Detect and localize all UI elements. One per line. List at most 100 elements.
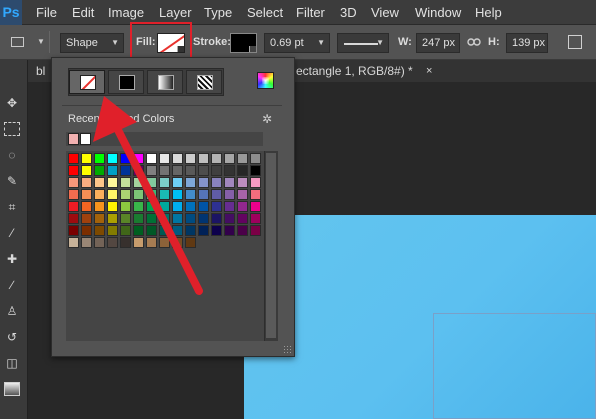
color-swatch[interactable] xyxy=(250,225,261,236)
color-swatch[interactable] xyxy=(224,189,235,200)
pattern-button[interactable] xyxy=(186,70,222,94)
color-swatch[interactable] xyxy=(107,177,118,188)
clone-stamp-tool[interactable]: ♙ xyxy=(0,298,28,324)
crop-tool[interactable]: ⌗ xyxy=(0,194,28,220)
color-swatch[interactable] xyxy=(237,189,248,200)
color-swatch[interactable] xyxy=(211,153,222,164)
color-swatch[interactable] xyxy=(185,237,196,248)
color-swatch[interactable] xyxy=(172,201,183,212)
menu-type[interactable]: Type xyxy=(204,0,232,25)
lasso-tool[interactable]: ◌ xyxy=(0,142,28,168)
color-swatch[interactable] xyxy=(107,213,118,224)
color-swatch[interactable] xyxy=(198,165,209,176)
move-tool[interactable]: ✥ xyxy=(0,90,28,116)
color-swatch[interactable] xyxy=(120,165,131,176)
color-swatch[interactable] xyxy=(120,237,131,248)
color-swatch[interactable] xyxy=(159,237,170,248)
color-swatch[interactable] xyxy=(237,213,248,224)
color-swatch[interactable] xyxy=(81,153,92,164)
color-swatch[interactable] xyxy=(68,177,79,188)
gradient-tool[interactable] xyxy=(0,376,28,402)
color-swatch[interactable] xyxy=(146,153,157,164)
color-swatch[interactable] xyxy=(146,225,157,236)
menu-3d[interactable]: 3D xyxy=(340,0,357,25)
color-swatch[interactable] xyxy=(107,189,118,200)
color-swatch[interactable] xyxy=(198,201,209,212)
menu-view[interactable]: View xyxy=(371,0,399,25)
color-swatch[interactable] xyxy=(159,201,170,212)
recent-color-swatch[interactable] xyxy=(80,133,91,145)
color-swatch[interactable] xyxy=(68,237,79,248)
color-swatch[interactable] xyxy=(250,153,261,164)
color-swatch[interactable] xyxy=(224,153,235,164)
color-swatch[interactable] xyxy=(237,153,248,164)
color-swatch[interactable] xyxy=(94,165,105,176)
gear-icon[interactable]: ✲ xyxy=(262,113,274,125)
shape-path-outline[interactable] xyxy=(433,313,596,419)
color-swatch[interactable] xyxy=(68,201,79,212)
color-swatch[interactable] xyxy=(146,189,157,200)
recent-color-swatch[interactable] xyxy=(68,133,79,145)
menu-file[interactable]: File xyxy=(36,0,57,25)
color-swatch[interactable] xyxy=(107,225,118,236)
color-swatch[interactable] xyxy=(94,213,105,224)
quick-select-tool[interactable]: ✎ xyxy=(0,168,28,194)
color-swatch[interactable] xyxy=(237,225,248,236)
color-swatch[interactable] xyxy=(211,225,222,236)
color-swatch[interactable] xyxy=(172,153,183,164)
color-swatch[interactable] xyxy=(94,153,105,164)
color-swatch[interactable] xyxy=(107,237,118,248)
scrollbar-thumb[interactable] xyxy=(266,153,276,338)
color-swatch[interactable] xyxy=(133,165,144,176)
menu-help[interactable]: Help xyxy=(475,0,502,25)
color-swatch[interactable] xyxy=(237,177,248,188)
document-tab-2[interactable]: ectangle 1, RGB/8#) * xyxy=(296,60,413,82)
color-swatch[interactable] xyxy=(81,225,92,236)
color-swatch[interactable] xyxy=(146,213,157,224)
color-swatch[interactable] xyxy=(120,153,131,164)
color-swatch[interactable] xyxy=(81,201,92,212)
healing-brush-tool[interactable]: ✚ xyxy=(0,246,28,272)
color-swatch[interactable] xyxy=(120,189,131,200)
color-swatch[interactable] xyxy=(198,177,209,188)
color-swatch[interactable] xyxy=(120,201,131,212)
document-tab-1[interactable]: bl xyxy=(36,60,45,82)
menu-edit[interactable]: Edit xyxy=(72,0,94,25)
path-operations-icon[interactable] xyxy=(568,35,582,49)
color-swatch[interactable] xyxy=(250,201,261,212)
color-swatch[interactable] xyxy=(81,237,92,248)
color-swatch[interactable] xyxy=(81,213,92,224)
color-swatch[interactable] xyxy=(146,201,157,212)
color-swatch[interactable] xyxy=(120,177,131,188)
color-swatch[interactable] xyxy=(172,189,183,200)
stroke-swatch[interactable] xyxy=(230,33,257,53)
menu-filter[interactable]: Filter xyxy=(296,0,325,25)
color-swatch[interactable] xyxy=(185,213,196,224)
color-swatch[interactable] xyxy=(146,237,157,248)
color-swatch[interactable] xyxy=(133,177,144,188)
width-field[interactable]: 247 px xyxy=(416,33,460,53)
color-swatch[interactable] xyxy=(224,177,235,188)
color-swatch[interactable] xyxy=(172,177,183,188)
color-swatch[interactable] xyxy=(159,177,170,188)
link-icon[interactable] xyxy=(467,37,481,47)
color-swatch[interactable] xyxy=(198,213,209,224)
color-swatch[interactable] xyxy=(146,165,157,176)
color-swatch[interactable] xyxy=(159,153,170,164)
resize-grip-icon[interactable] xyxy=(283,345,291,353)
color-swatch[interactable] xyxy=(224,225,235,236)
color-swatch[interactable] xyxy=(224,213,235,224)
color-swatch[interactable] xyxy=(133,225,144,236)
color-swatch[interactable] xyxy=(185,225,196,236)
color-swatch[interactable] xyxy=(250,165,261,176)
color-swatch[interactable] xyxy=(68,225,79,236)
color-swatch[interactable] xyxy=(94,189,105,200)
mode-dropdown[interactable]: Shape ▼ xyxy=(60,33,124,53)
color-swatch[interactable] xyxy=(81,165,92,176)
color-swatch[interactable] xyxy=(68,165,79,176)
color-swatch[interactable] xyxy=(250,213,261,224)
color-swatch[interactable] xyxy=(107,201,118,212)
color-swatch[interactable] xyxy=(133,189,144,200)
color-swatch[interactable] xyxy=(133,153,144,164)
stroke-type-dropdown[interactable]: ▼ xyxy=(337,33,389,53)
